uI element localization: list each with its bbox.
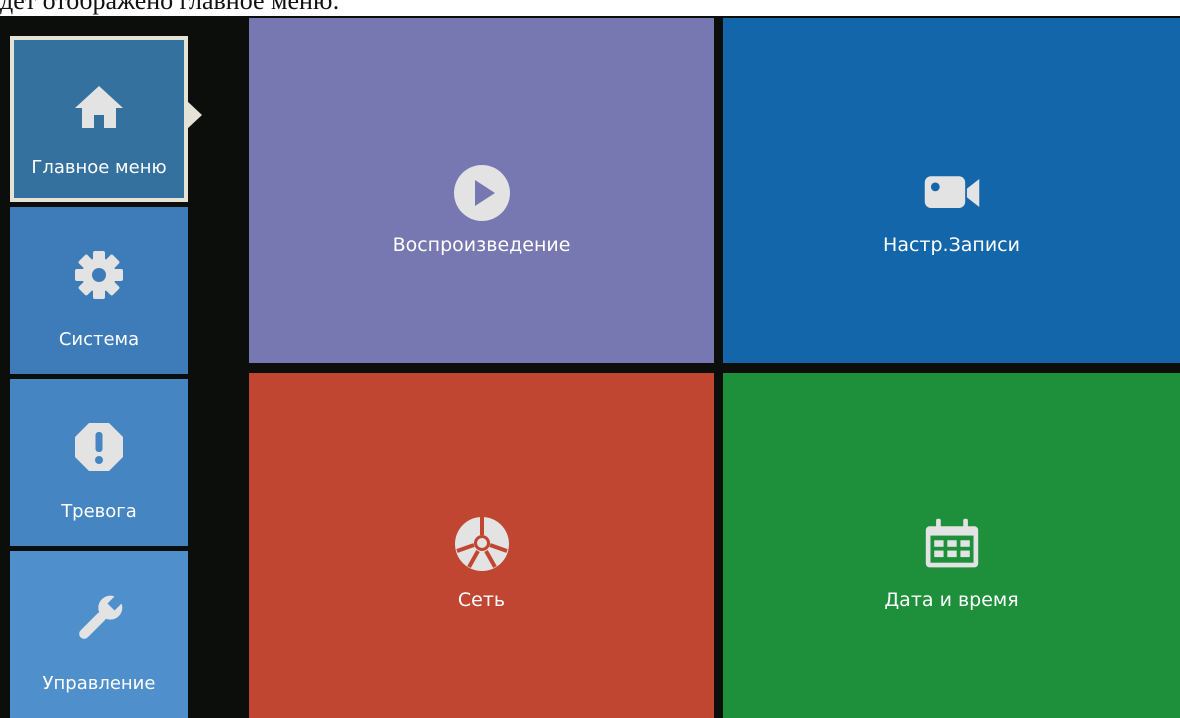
document-caption: дет отображено главное меню:	[0, 0, 340, 15]
network-icon	[454, 517, 509, 571]
sidebar-item-label: Управление	[42, 673, 156, 694]
sidebar-item-label: Тревога	[61, 501, 137, 522]
home-icon	[75, 86, 123, 128]
tile-label: Сеть	[457, 589, 506, 611]
tile-record-settings[interactable]: Настр.Записи	[723, 18, 1180, 363]
calendar-icon	[925, 518, 978, 568]
wrench-icon	[79, 594, 124, 639]
selection-pointer	[186, 100, 202, 130]
tile-label: Настр.Записи	[883, 234, 1020, 256]
video-camera-icon	[924, 176, 979, 208]
sidebar-item-label: Главное меню	[31, 157, 167, 178]
tile-label: Дата и время	[884, 589, 1019, 611]
tile-label: Воспроизведение	[392, 234, 571, 256]
main-menu-screen: Главное меню Система Тревога Управление …	[0, 16, 1180, 718]
alarm-icon	[75, 423, 123, 471]
sidebar-item-label: Система	[58, 329, 140, 350]
sidebar-item-system[interactable]: Система	[10, 207, 188, 374]
tile-network[interactable]: Сеть	[249, 373, 714, 718]
sidebar-item-management[interactable]: Управление	[10, 551, 188, 718]
sidebar-item-main-menu[interactable]: Главное меню	[10, 36, 188, 202]
tile-date-time[interactable]: Дата и время	[723, 373, 1180, 718]
gear-icon	[75, 251, 123, 299]
tile-playback[interactable]: Воспроизведение	[249, 18, 714, 363]
sidebar-item-alarm[interactable]: Тревога	[10, 379, 188, 546]
play-icon	[453, 165, 510, 221]
